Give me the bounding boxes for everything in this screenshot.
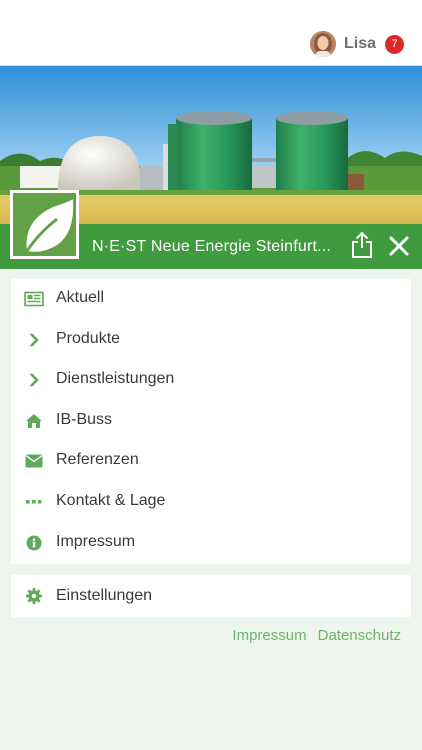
close-icon [389, 236, 409, 256]
menu-item-label: Produkte [56, 330, 121, 347]
settings-item[interactable]: Einstellungen [11, 575, 411, 617]
footer-link-datenschutz[interactable]: Datenschutz [318, 627, 401, 644]
company-logo [10, 190, 79, 259]
menu-item-dienstleistungen[interactable]: Dienstleistungen [11, 360, 411, 400]
navigation-menu: Aktuell Produkte Dienstleistungen IB-Bus… [11, 279, 411, 564]
menu-item-produkte[interactable]: Produkte [11, 320, 411, 360]
menu-item-label: IB-Buss [56, 411, 113, 428]
gear-icon [24, 587, 44, 605]
ellipsis-icon [24, 493, 44, 511]
chevron-right-icon [24, 371, 44, 389]
menu-item-label: Kontakt & Lage [56, 492, 166, 509]
menu-item-kontakt-lage[interactable]: Kontakt & Lage [11, 482, 411, 522]
info-icon [24, 534, 44, 552]
menu-item-label: Referenzen [56, 451, 139, 468]
user-name[interactable]: Lisa [344, 35, 376, 53]
envelope-icon [24, 452, 44, 470]
menu-item-referenzen[interactable]: Referenzen [11, 441, 411, 481]
avatar[interactable] [309, 31, 336, 57]
settings-label: Einstellungen [56, 587, 153, 604]
close-button[interactable] [387, 234, 411, 258]
footer-links: Impressum Datenschutz [232, 627, 401, 644]
newspaper-icon [24, 290, 44, 308]
top-bar: Lisa 7 [0, 0, 422, 66]
share-button[interactable] [350, 231, 374, 259]
brand-title: N·E·ST Neue Energie Steinfurt... [92, 238, 332, 255]
menu-item-label: Dienstleistungen [56, 370, 175, 387]
notification-badge[interactable]: 7 [385, 34, 404, 54]
menu-item-label: Aktuell [56, 289, 105, 306]
home-icon [24, 412, 44, 430]
leaf-icon [25, 199, 74, 252]
chevron-right-icon [24, 331, 44, 349]
user-menu[interactable]: Lisa 7 [309, 29, 404, 59]
share-icon [352, 231, 372, 258]
menu-item-ib-buss[interactable]: IB-Buss [11, 401, 411, 441]
menu-item-impressum[interactable]: Impressum [11, 523, 411, 563]
menu-item-label: Impressum [56, 533, 136, 550]
menu-item-aktuell[interactable]: Aktuell [11, 279, 411, 319]
footer-link-impressum[interactable]: Impressum [232, 627, 306, 644]
